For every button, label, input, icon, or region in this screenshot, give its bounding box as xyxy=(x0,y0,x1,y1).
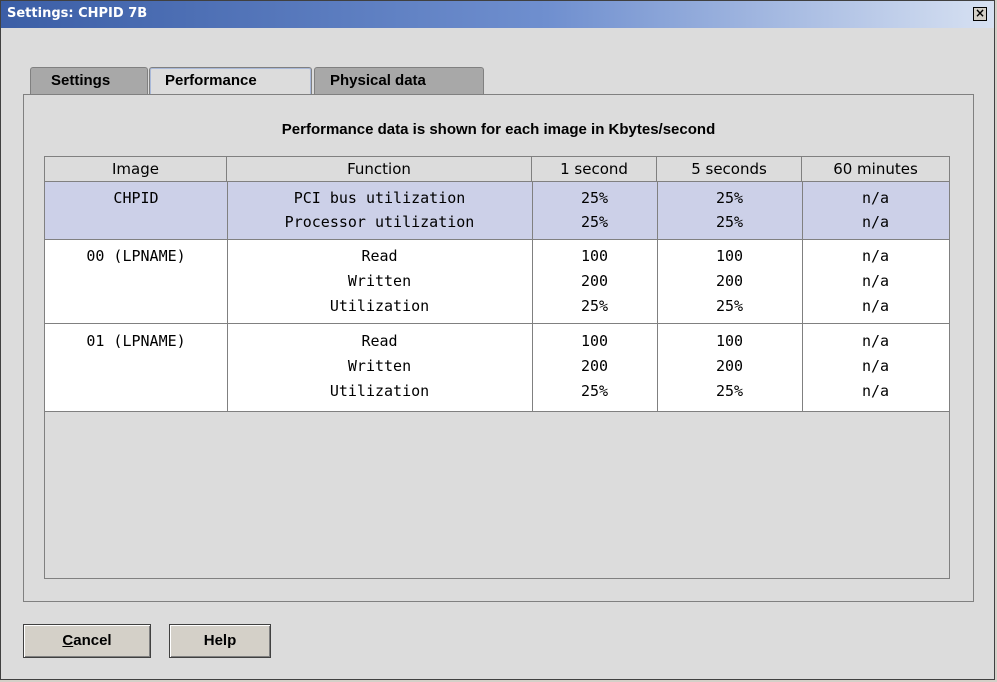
tab-performance-label: Performance xyxy=(165,72,257,89)
cell-60-minutes: n/a xyxy=(861,272,890,290)
cell-1-second: 25% xyxy=(580,189,609,207)
cell-60-minutes: n/a xyxy=(861,297,890,315)
tab-performance[interactable]: Performance xyxy=(149,67,312,96)
row-divider xyxy=(45,323,949,324)
cell-1-second: 200 xyxy=(580,272,609,290)
cell-1-second: 25% xyxy=(580,382,609,400)
panel-heading: Performance data is shown for each image… xyxy=(281,121,716,138)
column-header-5-seconds[interactable]: 5 seconds xyxy=(657,157,802,182)
tab-physical-data-label: Physical data xyxy=(330,72,426,89)
help-button[interactable]: Help xyxy=(169,624,271,658)
cell-5-seconds: 25% xyxy=(715,213,744,231)
cancel-button[interactable]: Cancel xyxy=(23,624,151,658)
row-divider xyxy=(45,239,949,240)
cell-5-seconds: 200 xyxy=(715,357,744,375)
cell-function: Written xyxy=(347,357,412,375)
cell-60-minutes: n/a xyxy=(861,332,890,350)
cancel-mnemonic: C xyxy=(62,632,74,649)
cell-function: Processor utilization xyxy=(284,213,475,231)
cell-5-seconds: 100 xyxy=(715,247,744,265)
cell-image: CHPID xyxy=(113,189,159,207)
cell-image: 01 (LPNAME) xyxy=(86,332,186,350)
column-header-function[interactable]: Function xyxy=(227,157,532,182)
cell-function: Read xyxy=(361,332,398,350)
row-divider xyxy=(45,411,949,412)
cell-function: Read xyxy=(361,247,398,265)
cell-function: Utilization xyxy=(329,297,430,315)
column-divider xyxy=(802,182,803,411)
cell-function: PCI bus utilization xyxy=(293,189,466,207)
column-header-image[interactable]: Image xyxy=(45,157,227,182)
cell-1-second: 100 xyxy=(580,332,609,350)
cell-60-minutes: n/a xyxy=(861,189,890,207)
title-bar[interactable]: Settings: CHPID 7B × xyxy=(1,1,994,28)
performance-table[interactable]: Image Function 1 second 5 seconds 60 min… xyxy=(44,156,950,579)
cell-1-second: 25% xyxy=(580,297,609,315)
tab-settings-label: Settings xyxy=(51,72,111,89)
cell-function: Written xyxy=(347,272,412,290)
cell-1-second: 100 xyxy=(580,247,609,265)
column-divider xyxy=(532,182,533,411)
cell-1-second: 25% xyxy=(580,213,609,231)
column-header-60-minutes[interactable]: 60 minutes xyxy=(802,157,949,182)
tab-settings[interactable]: Settings xyxy=(30,67,148,95)
column-divider xyxy=(227,182,228,411)
cancel-label: ancel xyxy=(73,632,112,649)
cell-60-minutes: n/a xyxy=(861,382,890,400)
cell-5-seconds: 25% xyxy=(715,189,744,207)
cell-5-seconds: 200 xyxy=(715,272,744,290)
column-header-1-second[interactable]: 1 second xyxy=(532,157,657,182)
close-icon: × xyxy=(974,6,986,20)
tab-physical-data[interactable]: Physical data xyxy=(314,67,484,95)
cell-5-seconds: 100 xyxy=(715,332,744,350)
cell-1-second: 200 xyxy=(580,357,609,375)
help-label: Help xyxy=(203,632,237,649)
cell-5-seconds: 25% xyxy=(715,297,744,315)
table-row-group-chpid[interactable]: CHPID PCI bus utilization 25% 25% n/a Pr… xyxy=(45,182,949,239)
table-row-group-00[interactable]: 00 (LPNAME) Read 100 100 n/a Written 200… xyxy=(45,239,949,323)
column-divider xyxy=(657,182,658,411)
cell-image: 00 (LPNAME) xyxy=(86,247,186,265)
cell-60-minutes: n/a xyxy=(861,247,890,265)
close-button[interactable]: × xyxy=(973,7,987,21)
cell-60-minutes: n/a xyxy=(861,213,890,231)
cell-5-seconds: 25% xyxy=(715,382,744,400)
cell-function: Utilization xyxy=(329,382,430,400)
table-row-group-01[interactable]: 01 (LPNAME) Read 100 100 n/a Written 200… xyxy=(45,324,949,411)
cell-60-minutes: n/a xyxy=(861,357,890,375)
window-title: Settings: CHPID 7B xyxy=(7,6,148,21)
